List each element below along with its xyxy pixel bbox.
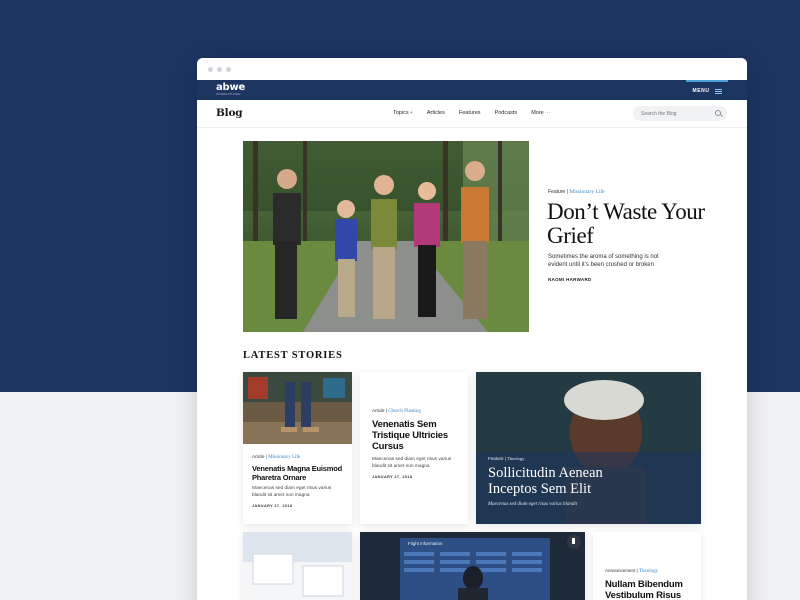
card-category[interactable]: Missionary Life <box>268 455 300 460</box>
card-category[interactable]: Church Planting <box>388 409 421 414</box>
card-title[interactable]: Venenatis Magna Euismod Pharetra Ornare <box>252 464 343 482</box>
flight-info-sign: Flight information <box>408 541 443 546</box>
hero-author[interactable]: NAOMI HARWARD <box>548 277 592 282</box>
card-category[interactable]: Theology <box>639 569 658 574</box>
card-date: JANUARY 27, 2018 <box>252 504 293 508</box>
window-dot-icon <box>217 66 222 72</box>
hero-subtitle: Sometimes the aroma of something is not … <box>548 254 659 268</box>
nav-more[interactable]: More··· <box>531 110 550 116</box>
search-icon[interactable] <box>715 110 721 116</box>
card-meta: Announcement | Theology <box>605 568 659 574</box>
menu-button[interactable]: MENU <box>686 80 728 100</box>
hero-separator: | <box>566 189 568 195</box>
story-card[interactable]: Article | Church Planting Venenatis Sem … <box>360 372 468 524</box>
card-title[interactable]: Nullam Bibendum Vestibulum Risus <box>605 579 689 600</box>
story-card[interactable]: Article | Missionary Life Venenatis Magn… <box>243 372 352 524</box>
story-card[interactable]: Flight information <box>360 532 585 600</box>
card-type: Feature <box>488 456 504 461</box>
story-card[interactable]: Announcement | Theology Nullam Bibendum … <box>593 532 701 600</box>
nav-podcasts[interactable]: Podcasts <box>495 110 518 116</box>
plus-icon: + <box>409 110 413 116</box>
card-meta: Article | Missionary Life <box>252 454 301 460</box>
card-title[interactable]: Sollicitudin Aenean Inceptos Sem Elit <box>488 465 638 497</box>
hero-type: Feature <box>548 189 566 195</box>
card-title[interactable]: Venenatis Sem Tristique Ultricies Cursus <box>372 419 456 452</box>
blog-nav: Blog Topics+ Articles Features Podcasts … <box>197 100 747 128</box>
card-type: Article <box>372 408 385 413</box>
nav-topics-label: Topics <box>393 110 409 116</box>
card-description: Maecenas sed diam eget risus varius blan… <box>252 486 332 498</box>
more-dots-icon: ··· <box>544 110 551 116</box>
site-logo[interactable]: abwe <box>216 83 245 93</box>
card-meta: Article | Church Planting <box>372 408 421 414</box>
window-dot-icon <box>226 66 231 72</box>
hero-image[interactable] <box>243 141 529 332</box>
card-meta: Feature | Theology <box>488 456 525 461</box>
card-type: Announcement <box>605 568 636 573</box>
card-type: Article <box>252 454 265 459</box>
nav-articles[interactable]: Articles <box>427 110 445 116</box>
feature-card[interactable]: Feature | Theology Sollicitudin Aenean I… <box>476 372 701 524</box>
card-description: Maecenas sed diam eget risus varius blan… <box>372 457 452 469</box>
window-dot-icon <box>208 66 213 72</box>
card-category[interactable]: Theology <box>507 456 524 461</box>
card-date: JANUARY 27, 2018 <box>372 475 413 479</box>
nav-more-label: More <box>531 110 544 116</box>
logo-subtitle: INTERNATIONAL <box>216 93 242 96</box>
search-box[interactable] <box>633 106 727 121</box>
search-input[interactable] <box>641 110 711 117</box>
browser-chrome <box>197 58 747 80</box>
hero-meta: Feature | Missionary Life <box>548 189 605 195</box>
nav-links: Topics+ Articles Features Podcasts More·… <box>393 110 564 116</box>
story-card[interactable] <box>243 532 352 600</box>
hamburger-icon <box>714 88 722 94</box>
hero-category[interactable]: Missionary Life <box>569 189 604 195</box>
browser-window: abwe INTERNATIONAL MENU Blog Topics+ Art… <box>197 58 747 600</box>
latest-stories-heading: LATEST STORIES <box>243 350 343 361</box>
menu-label: MENU <box>692 88 710 94</box>
card-description: Maecenas sed diam eget risus varius blan… <box>488 502 578 507</box>
blog-title[interactable]: Blog <box>216 107 243 119</box>
site-header: abwe INTERNATIONAL MENU <box>197 80 747 100</box>
hero-title[interactable]: Don’t Waste Your Grief <box>547 200 727 248</box>
nav-topics[interactable]: Topics+ <box>393 110 413 116</box>
nav-features[interactable]: Features <box>459 110 481 116</box>
card-image <box>243 372 352 444</box>
